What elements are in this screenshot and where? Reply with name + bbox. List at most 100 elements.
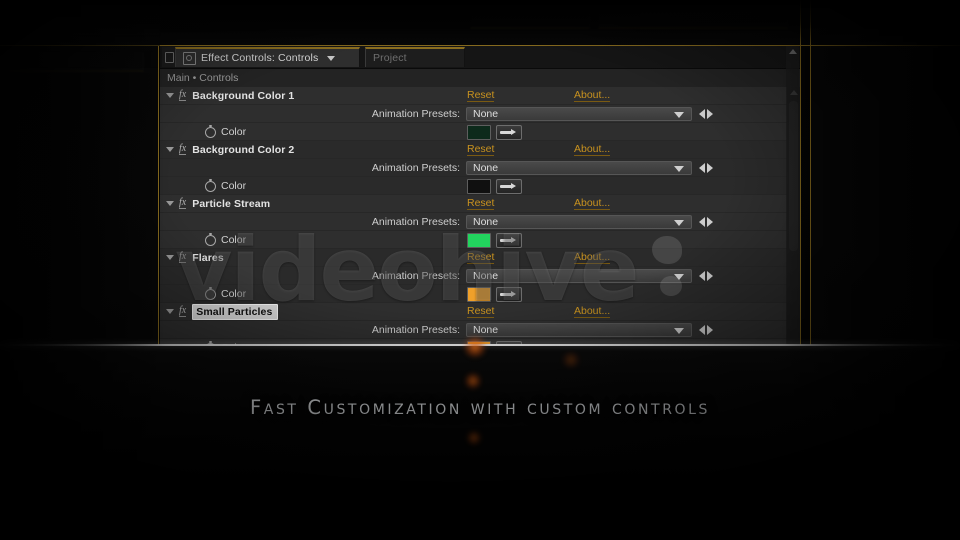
color-swatch[interactable] (467, 287, 491, 302)
fx-badge-icon: fx (179, 305, 187, 317)
pane-divider-right-b (810, 0, 811, 346)
divider-line (0, 344, 960, 346)
about-link[interactable]: About... (574, 305, 611, 318)
triangle-down-icon[interactable] (166, 255, 174, 260)
reset-link[interactable]: Reset (467, 89, 495, 102)
eyedropper-icon[interactable] (496, 287, 522, 302)
prev-arrow-icon[interactable] (699, 216, 705, 227)
stopwatch-icon[interactable] (205, 124, 216, 138)
panel-mirror-left (0, 46, 158, 346)
prev-arrow-icon[interactable] (699, 324, 705, 335)
animation-presets-row: Animation Presets: None (160, 159, 787, 177)
eyedropper-icon[interactable] (496, 125, 522, 140)
animation-presets-value: None (473, 107, 499, 120)
prev-next-arrows[interactable] (699, 324, 713, 335)
chevron-down-icon (674, 219, 684, 226)
color-property-row: Color (160, 231, 787, 249)
triangle-down-icon[interactable] (166, 201, 174, 206)
app-chrome-ghost-top (160, 0, 800, 45)
tab-effect-controls[interactable]: Effect Controls: Controls (175, 47, 360, 67)
animation-presets-value: None (473, 215, 499, 228)
about-link[interactable]: About... (574, 197, 611, 210)
reset-link[interactable]: Reset (467, 251, 495, 264)
effect-controls-icon (183, 51, 196, 65)
stopwatch-icon[interactable] (205, 232, 216, 246)
panel-menu-icon[interactable] (162, 47, 176, 67)
effect-header-row[interactable]: fx Particle Stream Reset About... (160, 195, 787, 213)
about-link[interactable]: About... (574, 251, 611, 264)
panel-tabbar: Effect Controls: Controls Project (160, 46, 800, 69)
prev-next-arrows[interactable] (699, 216, 713, 227)
caption-label: Fast Customization with custom controls (249, 396, 711, 419)
next-arrow-icon[interactable] (707, 270, 713, 281)
prev-arrow-icon[interactable] (699, 270, 705, 281)
animation-presets-select[interactable]: None (466, 268, 692, 283)
next-arrow-icon[interactable] (707, 108, 713, 119)
reset-link[interactable]: Reset (467, 305, 495, 318)
pane-divider-left (158, 46, 159, 346)
prev-next-arrows[interactable] (699, 162, 713, 173)
effect-name[interactable]: Flares (192, 252, 224, 264)
caption-text: Fast Customization with custom controls (0, 396, 960, 419)
animation-presets-select[interactable]: None (466, 214, 692, 229)
breadcrumb-label: Main • Controls (167, 72, 239, 84)
stopwatch-icon[interactable] (205, 178, 216, 192)
chevron-down-icon (674, 327, 684, 334)
animation-presets-label: Animation Presets: (371, 269, 460, 282)
animation-presets-row: Animation Presets: None (160, 267, 787, 285)
color-swatch[interactable] (467, 125, 491, 140)
outer-scroll-up-arrow-icon[interactable] (788, 49, 797, 54)
eyedropper-icon[interactable] (496, 179, 522, 194)
stopwatch-icon[interactable] (205, 286, 216, 300)
chevron-down-icon (674, 111, 684, 118)
next-arrow-icon[interactable] (707, 216, 713, 227)
eyedropper-icon[interactable] (496, 233, 522, 248)
effect-header-row[interactable]: fx Background Color 2 Reset About... (160, 141, 787, 159)
tab-project-label: Project (373, 52, 407, 64)
animation-presets-select[interactable]: None (466, 322, 692, 337)
effect-rows-container: fx Background Color 1 Reset About... Animati… (160, 87, 787, 346)
effect-name[interactable]: Particle Stream (192, 198, 270, 210)
panel-duplicate-right (810, 46, 960, 346)
color-property-row: Color (160, 177, 787, 195)
animation-presets-label: Animation Presets: (371, 215, 460, 228)
color-swatch[interactable] (467, 233, 491, 248)
reset-link[interactable]: Reset (467, 197, 495, 210)
effect-header-row[interactable]: fx Small Particles Reset About... (160, 303, 787, 321)
effect-name[interactable]: Small Particles (192, 303, 279, 320)
animation-presets-row: Animation Presets: None (160, 105, 787, 123)
reset-link[interactable]: Reset (467, 143, 495, 156)
outer-scrollbar[interactable] (786, 46, 799, 346)
next-arrow-icon[interactable] (707, 162, 713, 173)
animation-presets-value: None (473, 269, 499, 282)
color-swatch[interactable] (467, 179, 491, 194)
pane-divider-top-upper (0, 45, 160, 46)
effect-name[interactable]: Background Color 1 (192, 90, 294, 102)
effect-name[interactable]: Background Color 2 (192, 144, 294, 156)
lower-third-backdrop (0, 345, 960, 540)
color-property-row: Color (160, 123, 787, 141)
prev-next-arrows[interactable] (699, 270, 713, 281)
effect-header-row[interactable]: fx Flares Reset About... (160, 249, 787, 267)
triangle-down-icon[interactable] (166, 147, 174, 152)
next-arrow-icon[interactable] (707, 324, 713, 335)
fx-badge-icon: fx (179, 197, 187, 209)
animation-presets-label: Animation Presets: (371, 161, 460, 174)
triangle-down-icon[interactable] (166, 93, 174, 98)
tab-project[interactable]: Project (365, 47, 465, 67)
triangle-down-icon[interactable] (166, 309, 174, 314)
composition-stage: Effect Controls: Controls Project Main •… (0, 0, 960, 540)
animation-presets-label: Animation Presets: (371, 107, 460, 120)
chevron-down-icon[interactable] (327, 55, 336, 61)
animation-presets-select[interactable]: None (466, 106, 692, 121)
effect-header-row[interactable]: fx Background Color 1 Reset About... (160, 87, 787, 105)
breadcrumb: Main • Controls (160, 69, 800, 87)
about-link[interactable]: About... (574, 89, 611, 102)
animation-presets-select[interactable]: None (466, 160, 692, 175)
about-link[interactable]: About... (574, 143, 611, 156)
prev-arrow-icon[interactable] (699, 108, 705, 119)
fx-badge-icon: fx (179, 251, 187, 263)
prev-next-arrows[interactable] (699, 108, 713, 119)
prev-arrow-icon[interactable] (699, 162, 705, 173)
effect-controls-panel: Effect Controls: Controls Project Main •… (160, 46, 800, 346)
